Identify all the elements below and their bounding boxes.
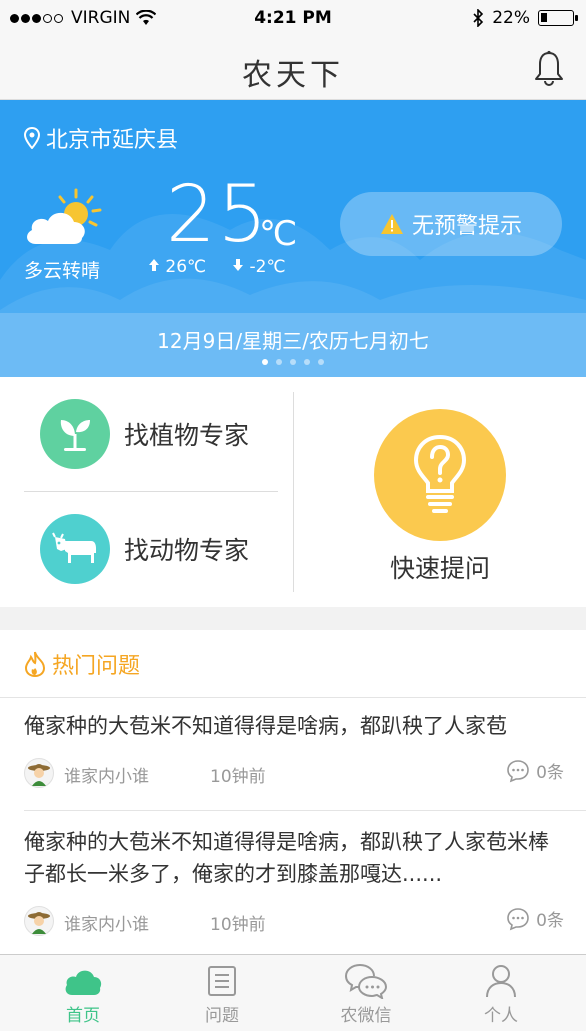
cow-icon — [40, 514, 110, 584]
animal-expert-button[interactable]: 找动物专家 — [40, 514, 249, 584]
page-dot — [290, 359, 296, 365]
page-dot — [262, 359, 268, 365]
service-panel: 找植物专家 找动物专家 快速提问 — [0, 377, 586, 607]
question-time: 10钟前 — [210, 915, 266, 935]
temp-range: 26℃ -2℃ — [148, 257, 286, 277]
location-label: 北京市延庆县 — [46, 128, 179, 153]
location-pin-icon — [24, 127, 40, 149]
question-text: 俺家种的大苞米不知道得得是啥病，都趴秧了人家苞 — [24, 714, 507, 738]
divider — [293, 392, 294, 592]
tab-label: 问题 — [205, 1006, 239, 1026]
avatar — [24, 906, 54, 936]
bluetooth-icon — [473, 9, 484, 27]
temp-high: 26℃ — [148, 257, 206, 277]
alert-button[interactable]: 无预警提示 — [340, 192, 562, 256]
temperature: 25 — [166, 170, 270, 260]
bell-icon[interactable] — [534, 50, 564, 86]
arrow-up-icon — [149, 259, 159, 271]
avatar — [24, 758, 54, 788]
page-indicator — [0, 359, 586, 365]
person-icon — [486, 965, 516, 998]
question-meta: 谁家内小谁 10钟前 0条 — [24, 906, 564, 936]
battery-icon — [538, 10, 578, 26]
quick-ask-button[interactable] — [374, 409, 506, 541]
date-label: 12月9日/星期三/农历七月初七 — [157, 329, 429, 353]
location[interactable]: 北京市延庆县 — [24, 122, 178, 154]
hot-header: 热门问题 — [24, 648, 140, 680]
question-item[interactable]: 俺家种的大苞米不知道得得是啥病，都趴秧了人家苞 谁家内小谁 10钟前 0条 — [24, 710, 564, 788]
comment-icon — [507, 759, 529, 782]
sprout-icon — [40, 399, 110, 469]
tab-home[interactable]: 首页 — [23, 961, 143, 1026]
app-title: 农天下 — [242, 58, 344, 93]
list-icon — [208, 966, 236, 996]
tab-questions[interactable]: 问题 — [162, 961, 282, 1026]
question-user: 谁家内小谁 — [64, 915, 149, 935]
divider — [0, 697, 586, 698]
chat-icon — [344, 964, 388, 999]
tab-label: 首页 — [66, 1006, 100, 1026]
divider — [24, 491, 278, 492]
comment-count[interactable]: 0条 — [506, 758, 564, 783]
plant-expert-label: 找植物专家 — [124, 421, 250, 450]
tab-profile[interactable]: 个人 — [441, 961, 561, 1026]
tab-wechat[interactable]: 农微信 — [306, 961, 426, 1026]
page-dot — [276, 359, 282, 365]
question-meta: 谁家内小谁 10钟前 0条 — [24, 758, 564, 788]
warning-icon — [380, 214, 403, 234]
question-text: 俺家种的大苞米不知道得得是啥病，都趴秧了人家苞米棒子都长一米多了，俺家的才到膝盖… — [24, 830, 549, 886]
question-item[interactable]: 俺家种的大苞米不知道得得是啥病，都趴秧了人家苞米棒子都长一米多了，俺家的才到膝盖… — [24, 826, 564, 936]
animal-expert-label: 找动物专家 — [124, 536, 250, 565]
question-time: 10钟前 — [210, 767, 266, 787]
hot-title: 热门问题 — [52, 654, 141, 679]
lightbulb-icon — [413, 434, 467, 513]
comment-icon — [507, 907, 529, 930]
battery-percent: 22% — [492, 8, 530, 28]
tab-bar: 首页 问题 农微信 个人 — [0, 954, 586, 1031]
divider — [24, 810, 586, 811]
weather-condition: 多云转晴 — [24, 260, 101, 282]
hot-questions: 热门问题 俺家种的大苞米不知道得得是啥病，都趴秧了人家苞 谁家内小谁 10钟前 … — [0, 630, 586, 954]
alert-label: 无预警提示 — [411, 214, 522, 239]
temperature-unit: ℃ — [259, 214, 298, 254]
question-user: 谁家内小谁 — [64, 767, 149, 787]
comment-count[interactable]: 0条 — [506, 906, 564, 931]
tab-label: 农微信 — [340, 1006, 392, 1026]
weather-card[interactable]: 北京市延庆县 多云转晴 25 ℃ 26℃ -2℃ 无预警提示 12月9日/星期三… — [0, 100, 586, 377]
page-dot — [304, 359, 310, 365]
temp-low: -2℃ — [232, 257, 286, 277]
status-bar: VIRGIN 4:21 PM 22% — [0, 0, 586, 36]
nav-bar: 农天下 — [0, 36, 586, 100]
cloud-icon — [65, 970, 102, 995]
plant-expert-button[interactable]: 找植物专家 — [40, 399, 249, 469]
quick-ask-label: 快速提问 — [389, 554, 490, 583]
flame-icon — [24, 651, 46, 677]
partly-cloudy-icon — [27, 188, 102, 244]
page-dot — [318, 359, 324, 365]
tab-label: 个人 — [484, 1006, 518, 1026]
arrow-down-icon — [233, 259, 244, 271]
